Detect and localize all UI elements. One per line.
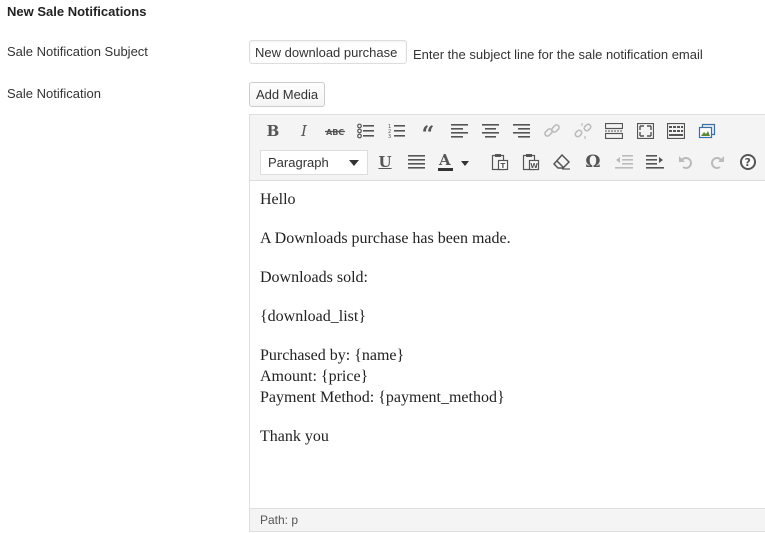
content-intro: A Downloads purchase has been made. (260, 230, 511, 247)
svg-text:?: ? (745, 156, 751, 169)
notification-label: Sale Notification (7, 86, 101, 101)
fullscreen-icon[interactable] (632, 118, 658, 144)
toolbar-toggle-icon[interactable] (663, 118, 689, 144)
editor-toolbar: B I ABC 123 “ Paragraph U A T W Ω ? (250, 115, 765, 181)
help-icon[interactable]: ? (735, 149, 761, 175)
text-color-icon[interactable]: A (434, 149, 474, 175)
indent-icon[interactable] (642, 149, 668, 175)
add-media-button[interactable]: Add Media (249, 82, 326, 107)
svg-text:ABC: ABC (326, 128, 344, 137)
format-select[interactable]: Paragraph (260, 150, 368, 175)
paste-as-text-icon[interactable]: T (487, 149, 513, 175)
insert-more-tag-icon[interactable] (601, 118, 627, 144)
settings-page: New Sale Notifications Sale Notification… (0, 0, 765, 533)
special-character-icon[interactable]: Ω (580, 149, 606, 175)
svg-text:A: A (438, 152, 451, 169)
undo-icon[interactable] (673, 149, 699, 175)
align-right-icon[interactable] (508, 118, 534, 144)
svg-text:3: 3 (388, 134, 391, 139)
content-greeting: Hello (260, 191, 296, 208)
bold-icon[interactable]: B (260, 118, 286, 144)
align-center-icon[interactable] (477, 118, 503, 144)
align-left-icon[interactable] (446, 118, 472, 144)
outdent-icon[interactable] (611, 149, 637, 175)
blockquote-icon[interactable]: “ (415, 118, 441, 146)
rich-text-editor: B I ABC 123 “ Paragraph U A T W Ω ? Hell… (249, 114, 765, 532)
svg-text:T: T (501, 162, 506, 170)
editor-status-path: Path: p (250, 508, 765, 531)
italic-icon[interactable]: I (291, 118, 317, 144)
svg-text:W: W (530, 162, 538, 170)
clear-formatting-icon[interactable] (549, 149, 575, 175)
subject-label: Sale Notification Subject (7, 44, 148, 59)
subject-input[interactable] (249, 40, 407, 64)
bulleted-list-icon[interactable] (353, 118, 379, 144)
chevron-down-icon (349, 160, 359, 166)
format-select-value: Paragraph (268, 155, 329, 170)
editor-content[interactable]: Hello A Downloads purchase has been made… (250, 181, 765, 508)
content-sold-label: Downloads sold: (260, 269, 368, 286)
paste-from-word-icon[interactable]: W (518, 149, 544, 175)
justify-icon[interactable] (403, 149, 429, 175)
content-download-list: {download_list} (260, 308, 367, 325)
content-purchase-details: Purchased by: {name} Amount: {price} Pay… (260, 345, 759, 408)
section-title: New Sale Notifications (7, 4, 147, 19)
content-amount: Amount: {price} (260, 368, 369, 385)
strikethrough-icon[interactable]: ABC (322, 118, 348, 144)
content-purchased-by: Purchased by: {name} (260, 347, 405, 364)
underline-icon[interactable]: U (372, 149, 398, 175)
insert-link-icon[interactable] (539, 118, 565, 144)
content-closing: Thank you (260, 428, 329, 445)
subject-description: Enter the subject line for the sale noti… (413, 47, 703, 62)
remove-link-icon[interactable] (570, 118, 596, 144)
image-gallery-icon[interactable] (694, 118, 720, 144)
redo-icon[interactable] (704, 149, 730, 175)
content-payment-method: Payment Method: {payment_method} (260, 389, 505, 406)
numbered-list-icon[interactable]: 123 (384, 118, 410, 144)
